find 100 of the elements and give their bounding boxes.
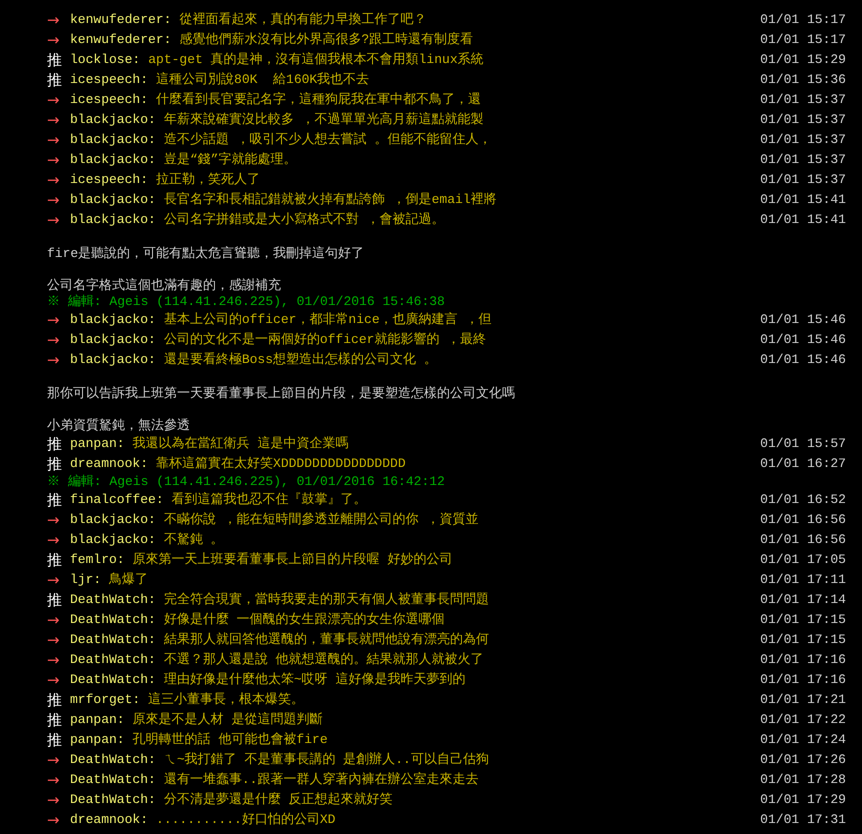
user-id: DeathWatch: [70,791,156,809]
user-id: blackjacko: [70,191,156,209]
push-tag: 推 [47,710,70,730]
push-tag: → [47,190,70,210]
comment-text: 孔明轉世的話 他可能也會被fire [132,731,328,749]
comment-text: 造不少話題 ，吸引不少人想去嘗試 。但能不能留住人， [164,131,492,149]
comment-text: 原來第一天上班要看董事長上節目的片段喔 好妙的公司 [132,551,452,569]
user-id: blackjacko: [70,151,156,169]
user-id: DeathWatch: [70,651,156,669]
comment-text: apt-get 真的是神，沒有這個我根本不會用類linux系統 [148,51,484,69]
comment-text: 感覺他們薪水沒有比外界高很多?跟工時還有制度看 [179,31,474,49]
push-tag: → [47,170,70,190]
push-tag: → [47,350,70,370]
comment-text: 不瞞你說 ，能在短時間參透並離開公司的你 ，資質並 [164,511,478,529]
push-tag: → [47,570,70,590]
comment-text: 拉正勒，笑死人了 [156,171,260,189]
user-id: dreamnook: [70,811,148,829]
comment-text: ...........好口怕的公司XD [156,811,336,829]
comment-text: 理由好像是什麼他太笨~哎呀 這好像是我昨天夢到的 [164,671,466,689]
user-id: blackjacko: [70,311,156,329]
user-id: blackjacko: [70,131,156,149]
comment-time: 01/01 15:46 [760,351,846,369]
comment-text: 原來是不是人材 是從這問題判斷 [132,711,322,729]
comment-time: 01/01 16:56 [760,531,846,549]
comment-time: 01/01 17:05 [760,551,846,569]
user-id: panpan: [70,731,125,749]
user-id: kenwufederer: [70,11,172,29]
user-id: mrforget: [70,691,140,709]
comment-text: 還是要看終極Boss想塑造出怎樣的公司文化 。 [164,351,437,369]
user-id: blackjacko: [70,531,156,549]
comment-time: 01/01 17:28 [760,771,846,789]
push-tag: → [47,330,70,350]
comment-time: 01/01 15:46 [760,331,846,349]
user-id: dreamnook: [70,455,148,473]
comment-time: 01/01 17:31 [760,811,846,829]
comment-time: 01/01 17:29 [760,791,846,809]
comment-time: 01/01 17:24 [760,731,846,749]
comment-time: 01/01 17:22 [760,711,846,729]
comment-time: 01/01 15:17 [760,31,846,49]
comment-text: 好像是什麼 一個醜的女生跟漂亮的女生你選哪個 [164,611,445,629]
push-tag: → [47,10,70,30]
user-id: DeathWatch: [70,671,156,689]
user-id: blackjacko: [70,211,156,229]
comment-time: 01/01 17:15 [760,631,846,649]
push-tag: 推 [47,490,70,510]
comment-time: 01/01 15:17 [760,11,846,29]
comment-text: 鳥爆了 [109,571,148,589]
comment-text: 不駑鈍 。 [164,531,224,549]
user-id: icespeech: [70,171,148,189]
comment-time: 01/01 15:37 [760,171,846,189]
comment-time: 01/01 15:37 [760,131,846,149]
push-tag: 推 [47,690,70,710]
comment-time: 01/01 15:41 [760,211,846,229]
comment-time: 01/01 17:16 [760,671,846,689]
comment-time: 01/01 15:36 [760,71,846,89]
edit-note: ※ 編輯: Ageis (114.41.246.225), 01/01/2016 15:46:38 [47,294,445,310]
user-id: panpan: [70,711,125,729]
comment-text: 不選？那人還是說 他就想選醜的。結果就那人就被火了 [164,651,484,669]
comment-text: 這種公司別說80K 給160K我也不去 [156,71,370,89]
comment-time: 01/01 15:46 [760,311,846,329]
comment-time: 01/01 15:57 [760,435,846,453]
comment-time: 01/01 15:37 [760,91,846,109]
push-tag: → [47,750,70,770]
user-id: blackjacko: [70,351,156,369]
push-tag: 推 [47,590,70,610]
user-id: DeathWatch: [70,611,156,629]
push-tag: 推 [47,434,70,454]
push-tag: → [47,110,70,130]
comment-time: 01/01 16:56 [760,511,846,529]
push-tag: → [47,770,70,790]
user-id: icespeech: [70,91,148,109]
user-id: locklose: [70,51,140,69]
comment-text: 豈是“錢”字就能處理。 [164,151,296,169]
comment-text: 結果那人就回答他選醜的，董事長就問他說有漂亮的為何 [164,631,489,649]
user-id: icespeech: [70,71,148,89]
push-tag: → [47,670,70,690]
push-tag: → [47,30,70,50]
edit-note: ※ 編輯: Ageis (114.41.246.225), 01/01/2016 16:42:12 [47,474,445,490]
push-tag: 推 [47,70,70,90]
user-id: finalcoffee: [70,491,164,509]
push-tag: → [47,610,70,630]
post-text: 小弟資質駑鈍，無法參透 [47,418,190,434]
comment-text: 分不清是夢還是什麼 反正想起來就好笑 [164,791,393,809]
comment-text: 完全符合現實，當時我要走的那天有個人被董事長問問題 [164,591,489,609]
user-id: ljr: [70,571,102,589]
comment-time: 01/01 17:21 [760,691,846,709]
user-id: femlro: [70,551,125,569]
comment-text: 什麼看到長官要記名字，這種狗屁我在軍中都不鳥了，還 [156,91,482,109]
comment-time: 01/01 15:37 [760,111,846,129]
post-text: 公司名字格式這個也滿有趣的，感謝補充 [47,278,281,294]
push-tag: → [47,650,70,670]
comment-text: 公司名字拼錯或是大小寫格式不對 ，會被記過。 [164,211,445,229]
user-id: DeathWatch: [70,771,156,789]
user-id: kenwufederer: [70,31,172,49]
comment-time: 01/01 17:15 [760,611,846,629]
push-tag: 推 [47,454,70,474]
comment-text: 長官名字和長相記錯就被火掉有點誇飾 ，倒是email裡將 [164,191,497,209]
comment-text: 公司的文化不是一兩個好的officer就能影響的 ，最終 [164,331,486,349]
user-id: DeathWatch: [70,631,156,649]
post-text: 那你可以告訴我上班第一天要看董事長上節目的片段，是要塑造怎樣的公司文化嗎 [47,386,515,402]
